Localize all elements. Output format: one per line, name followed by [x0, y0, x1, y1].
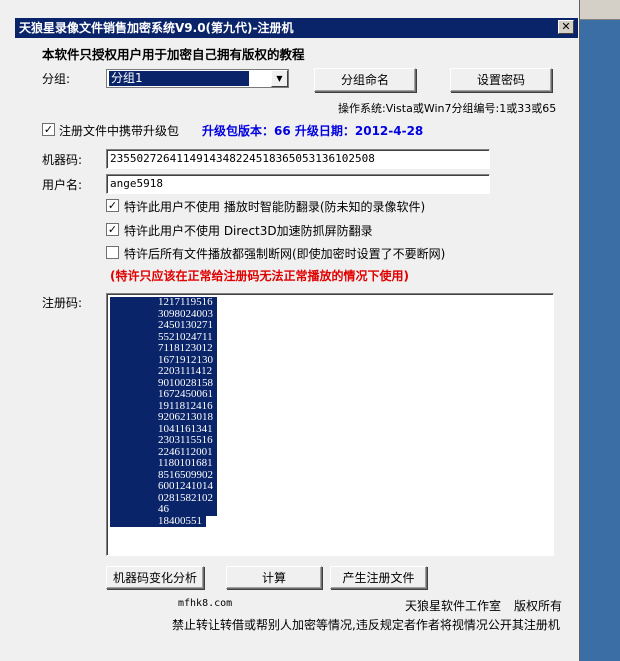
username-label: 用户名:	[42, 178, 83, 192]
os-info: 操作系统:Vista或Win7分组编号:1或33或65	[338, 102, 557, 115]
option-checkbox-3[interactable]	[106, 246, 119, 259]
generate-reg-file-button[interactable]: 产生注册文件	[330, 566, 427, 589]
title-bar[interactable]: 天狼星录像文件销售加密系统V9.0(第九代)-注册机 ✕	[15, 18, 578, 38]
rename-group-button[interactable]: 分组命名	[314, 68, 416, 92]
calculate-button[interactable]: 计算	[226, 566, 322, 589]
option-label-2: 特许此用户不使用 Direct3D加速防抓屏防翻录	[124, 224, 373, 238]
upgrade-info: 升级包版本：66 升级日期：2012-4-28	[202, 124, 424, 138]
group-select[interactable]: 分组1 ▼	[106, 69, 289, 88]
machine-code-input[interactable]: 2355027264114914348224518365053136102508	[106, 149, 490, 169]
upgrade-checkbox[interactable]: ✓	[42, 123, 55, 136]
window-title: 天狼星录像文件销售加密系统V9.0(第九代)-注册机	[19, 21, 294, 35]
desktop-background	[580, 0, 620, 661]
machine-code-label: 机器码:	[42, 153, 83, 167]
option-label-1: 特许此用户不使用 播放时智能防翻录(防未知的录像软件)	[124, 200, 426, 214]
reg-code-line: 18400551	[110, 515, 206, 527]
taskbar-strip	[580, 0, 620, 20]
set-password-button[interactable]: 设置密码	[450, 68, 552, 92]
website-link[interactable]: mfhk8.com	[178, 598, 232, 609]
reg-code-textarea[interactable]: 1217119516 3098024003 2450130271 5521024711…	[106, 293, 554, 556]
close-icon[interactable]: ✕	[558, 20, 574, 34]
special-permission-warning: (特许只应该在正常给注册码无法正常播放的情况下使用)	[110, 269, 409, 283]
option-checkbox-1[interactable]: ✓	[106, 199, 119, 212]
disclaimer-text: 禁止转让转借或帮别人加密等情况,违反规定者作者将视情况公开其注册机	[172, 618, 560, 632]
studio-name: 天狼星软件工作室	[405, 599, 502, 613]
upgrade-checkbox-label: 注册文件中携带升级包	[59, 124, 180, 138]
option-label-3: 特许后所有文件播放都强制断网(即使加密时设置了不要断网)	[124, 247, 446, 261]
copyright-text: 版权所有	[514, 599, 563, 613]
username-input[interactable]: ange5918	[106, 174, 490, 194]
option-checkbox-2[interactable]: ✓	[106, 223, 119, 236]
analyze-machine-code-button[interactable]: 机器码变化分析	[106, 566, 204, 589]
reg-code-label: 注册码:	[42, 296, 83, 310]
group-label: 分组:	[42, 72, 71, 86]
license-notice: 本软件只授权用户用于加密自己拥有版权的教程	[42, 47, 305, 62]
chevron-down-icon[interactable]: ▼	[271, 70, 288, 87]
keygen-window: 天狼星录像文件销售加密系统V9.0(第九代)-注册机 ✕ 本软件只授权用户用于加…	[0, 0, 580, 661]
group-select-value: 分组1	[109, 71, 249, 86]
